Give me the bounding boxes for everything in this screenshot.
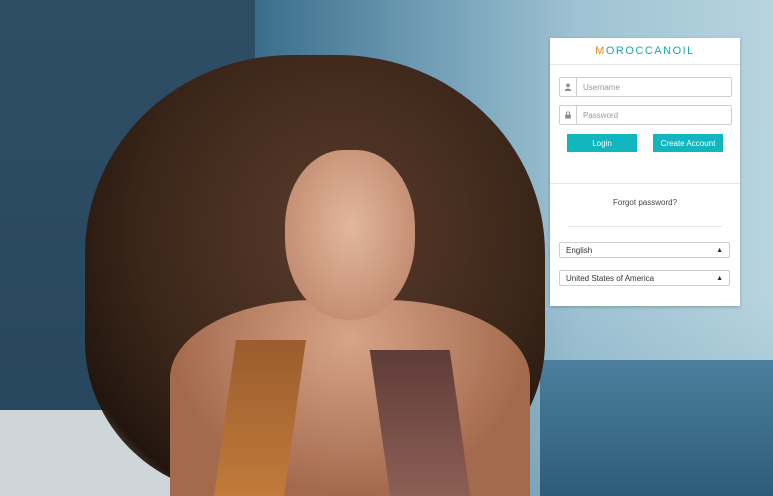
country-select[interactable]: United States of America ▲︎ (559, 270, 730, 286)
language-select[interactable]: English ▲︎ (559, 242, 730, 258)
create-account-button[interactable]: Create Account (653, 134, 723, 152)
country-value: United States of America (566, 273, 655, 283)
user-icon (560, 78, 577, 96)
password-field[interactable] (559, 105, 732, 125)
login-button[interactable]: Login (567, 134, 637, 152)
updown-caret-icon: ▲︎ (716, 246, 723, 254)
logo-rest: OROCCANOIL (605, 45, 695, 57)
username-field[interactable] (559, 77, 732, 97)
model-face (285, 150, 415, 320)
password-input[interactable] (577, 107, 731, 123)
divider-top (550, 183, 740, 184)
background-sea (540, 360, 773, 496)
lock-icon (560, 106, 577, 124)
forgot-password-link[interactable]: Forgot password? (550, 198, 740, 207)
logo-initial: M (595, 45, 606, 57)
username-input[interactable] (577, 79, 731, 95)
divider-middle (568, 226, 722, 227)
login-panel: MOROCCANOIL Login Create Account Forgot … (550, 38, 740, 306)
updown-caret-icon: ▲︎ (716, 274, 723, 282)
brand-logo: MOROCCANOIL (550, 38, 740, 65)
language-value: English (566, 245, 593, 255)
